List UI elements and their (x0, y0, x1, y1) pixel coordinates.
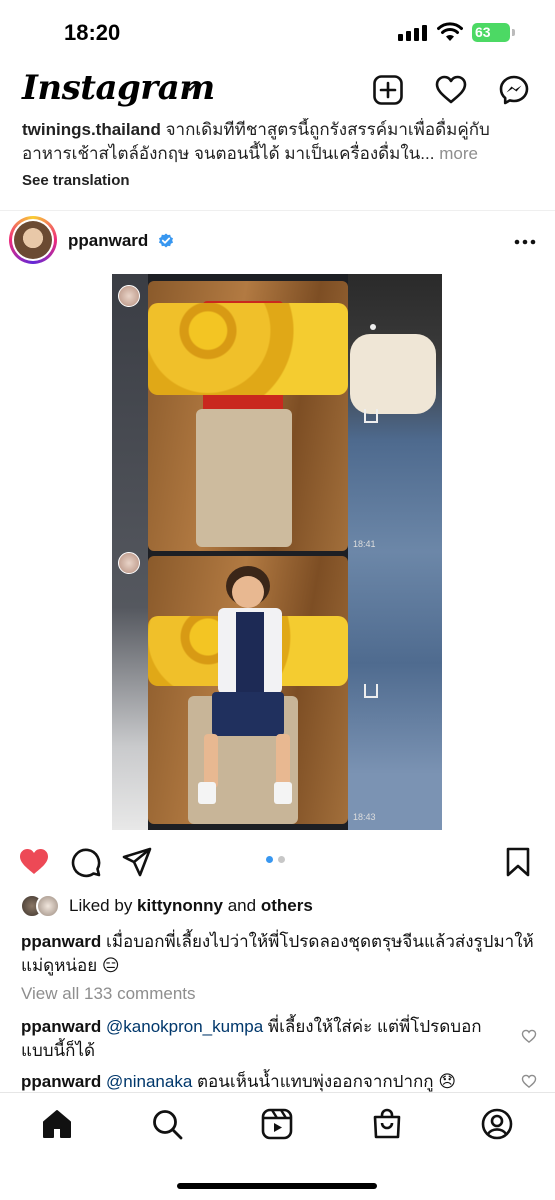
caption-username[interactable]: ppanward (21, 932, 101, 951)
heart-icon[interactable] (434, 74, 468, 106)
bottom-navigation (0, 1092, 555, 1200)
caption-text-line1: จากเดิมทีทีชาสูตรนี้ถูกรังสรรค์มาเพื่อดื… (160, 120, 490, 139)
liked-by-prefix: Liked by (69, 896, 138, 915)
caption-text-line2: อาหารเช้าสไตล์อังกฤษ จนตอนนี้ได้ มาเป็นเ… (22, 144, 435, 163)
post-caption: ppanward เมื่อบอกพี่เลี้ยงไปว่าให้พี่โปร… (21, 930, 541, 978)
comment-like-icon[interactable] (521, 1074, 537, 1089)
liked-by-username[interactable]: kittynonny (137, 896, 223, 915)
save-bookmark-icon[interactable] (505, 846, 531, 878)
liked-by-others[interactable]: others (261, 896, 313, 915)
messenger-icon[interactable] (498, 74, 530, 106)
more-options-icon[interactable] (514, 239, 536, 245)
post-action-bar (0, 840, 555, 884)
caption-username[interactable]: twinings.thailand (22, 120, 161, 139)
comment-like-icon[interactable] (521, 1029, 537, 1044)
previous-post-caption: twinings.thailand จากเดิมทีทีชาสูตรนี้ถู… (22, 118, 542, 166)
avatar (12, 219, 54, 261)
carousel-indicator (266, 856, 285, 863)
comment-icon[interactable] (70, 846, 102, 878)
comment-mention[interactable]: @ninanaka (106, 1072, 192, 1091)
battery-cap (512, 29, 515, 36)
verified-badge-icon (159, 233, 173, 248)
see-translation-link[interactable]: See translation (22, 172, 130, 189)
liked-by-and: and (223, 896, 261, 915)
status-time: 18:20 (64, 20, 121, 45)
new-post-icon[interactable] (372, 74, 404, 106)
liked-by-avatars (20, 894, 64, 918)
app-header: Instagram (0, 62, 555, 122)
liked-by-text: Liked by kittynonny and others (69, 896, 313, 916)
wifi-icon (437, 22, 463, 41)
post-header: ppanward (0, 210, 555, 274)
post-username[interactable]: ppanward (68, 231, 148, 251)
comment-username[interactable]: ppanward (21, 1072, 101, 1091)
shop-icon[interactable] (370, 1107, 404, 1141)
like-icon-filled[interactable] (17, 846, 51, 878)
chevron-down-icon[interactable] (183, 83, 197, 93)
view-all-comments-link[interactable]: View all 133 comments (21, 984, 196, 1004)
home-indicator (177, 1183, 377, 1189)
comment-text: ตอนเห็นน้ำแทบพุ่งออกจากปากกู 😞 (192, 1072, 457, 1091)
liked-by-row[interactable]: Liked by kittynonny and others (20, 892, 540, 922)
comment-item: ppanward @kanokpron_kumpa พี่เลี้ยงให้ใส… (21, 1015, 491, 1063)
side-photo-denim-jacket (348, 274, 442, 830)
reels-icon[interactable] (260, 1107, 294, 1141)
carousel-dot-active (266, 856, 273, 863)
profile-icon[interactable] (480, 1107, 514, 1141)
more-link[interactable]: more (439, 144, 478, 163)
home-icon[interactable] (40, 1107, 74, 1141)
battery-icon: 63 (472, 23, 510, 42)
media-time-label: 18:41 (353, 539, 376, 549)
cellular-signal-icon (398, 25, 427, 41)
child-photo: 18:43 (118, 552, 378, 824)
comment-item: ppanward @ninanaka ตอนเห็นน้ำแทบพุ่งออกจ… (21, 1070, 491, 1094)
outfit-photo: 18:41 (118, 281, 378, 551)
story-ring[interactable] (9, 216, 57, 264)
comment-username[interactable]: ppanward (21, 1017, 101, 1036)
post-image: 18:41 18:43 (112, 274, 442, 830)
status-bar: 18:20 63 (0, 0, 555, 62)
carousel-dot (278, 856, 285, 863)
share-icon[interactable] (121, 846, 153, 878)
comment-mention[interactable]: @kanokpron_kumpa (106, 1017, 263, 1036)
post-media[interactable]: 18:41 18:43 (0, 274, 555, 830)
media-time-label: 18:43 (353, 812, 376, 822)
search-icon[interactable] (150, 1107, 184, 1141)
